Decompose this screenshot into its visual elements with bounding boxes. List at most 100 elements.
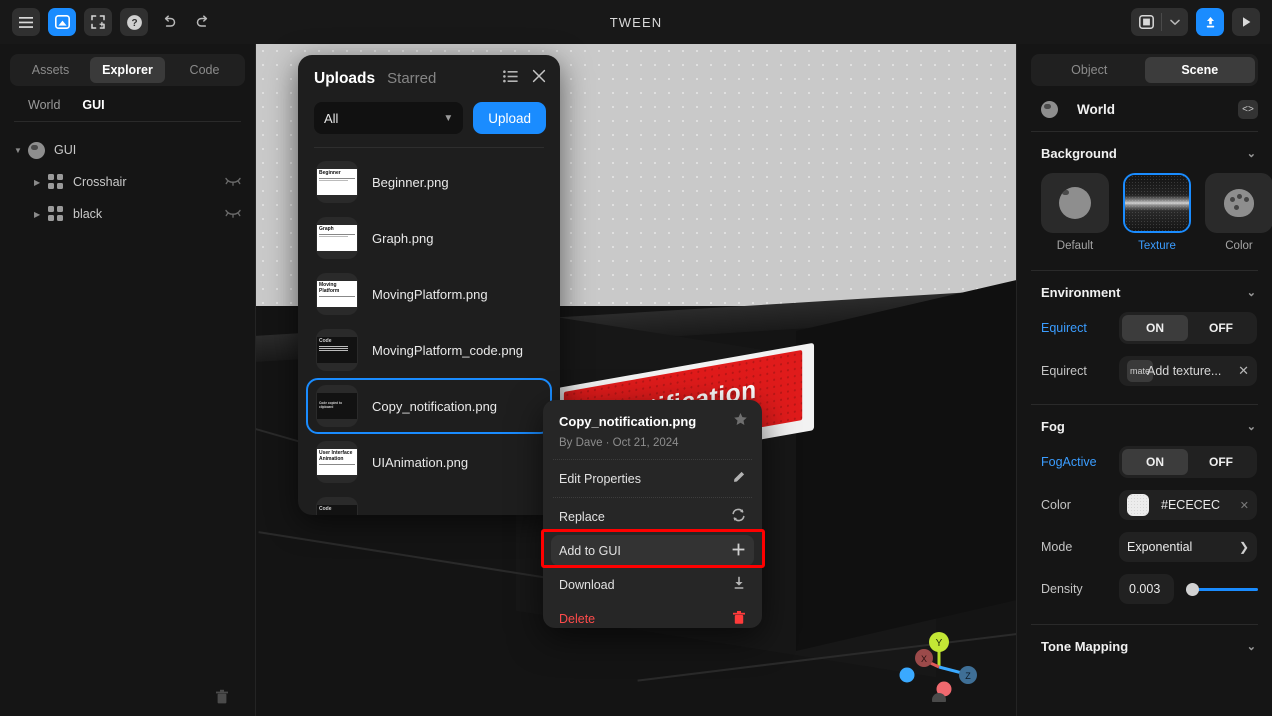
chevron-right-icon[interactable]: ▶ [34, 178, 48, 187]
tree-item-black[interactable]: ▶ black [0, 198, 255, 230]
menu-item-download[interactable]: Download [551, 569, 754, 600]
list-item[interactable]: Moving Platform MovingPlatform.png [306, 266, 552, 322]
help-button[interactable]: ? [120, 8, 148, 36]
download-icon [732, 576, 746, 593]
eye-off-icon[interactable] [225, 175, 241, 189]
section-background-header[interactable]: Background ⌄ [1017, 132, 1272, 161]
section-fog-header[interactable]: Fog ⌄ [1017, 405, 1272, 434]
uploads-filter-select[interactable]: All ▼ [314, 102, 463, 134]
uploads-list: Beginner Beginner.png Graph Graph.png Mo… [298, 148, 560, 515]
tab-scene[interactable]: Scene [1145, 57, 1256, 83]
undo-button[interactable] [156, 9, 182, 35]
tab-explorer[interactable]: Explorer [90, 57, 165, 83]
list-view-icon[interactable] [503, 70, 518, 88]
toggle-off[interactable]: OFF [1188, 315, 1254, 341]
color-swatch[interactable] [1127, 494, 1149, 516]
redo-button[interactable] [190, 9, 216, 35]
equirect-texture-field[interactable]: mate Add texture... ✕ [1119, 356, 1257, 386]
code-icon[interactable]: <> [1238, 100, 1258, 119]
fog-density-row: Density 0.003 [1017, 562, 1272, 604]
section-title: Environment [1041, 285, 1120, 300]
toggle-on[interactable]: ON [1122, 449, 1188, 475]
fog-mode-value: Exponential [1127, 540, 1192, 554]
upload-button[interactable]: Upload [473, 102, 546, 134]
menu-item-replace[interactable]: Replace [551, 501, 754, 532]
play-icon [1239, 15, 1253, 29]
row-label: Color [1041, 498, 1119, 512]
close-icon[interactable] [532, 69, 546, 88]
svg-text:?: ? [131, 18, 137, 29]
chevron-down-icon[interactable]: ⌄ [1247, 640, 1256, 653]
publish-icon [1203, 15, 1218, 30]
world-row[interactable]: World <> [1017, 86, 1272, 119]
layout-toggle-icon [1139, 15, 1154, 29]
thumbnail: Code copied to clipboard [316, 385, 358, 427]
fullscreen-button[interactable] [84, 8, 112, 36]
close-icon[interactable]: ✕ [1240, 499, 1249, 512]
section-tone-mapping-header[interactable]: Tone Mapping ⌄ [1017, 625, 1272, 654]
toggle-off[interactable]: OFF [1188, 449, 1254, 475]
eye-off-icon[interactable] [225, 207, 241, 221]
subtab-world[interactable]: World [28, 98, 60, 112]
fog-density-input[interactable]: 0.003 [1119, 574, 1174, 604]
panel-toggle-button[interactable] [48, 8, 76, 36]
layout-toggle-button[interactable] [1131, 8, 1161, 36]
context-menu-file-name: Copy_notification.png [559, 414, 696, 429]
uploads-starred-tab[interactable]: Starred [387, 70, 436, 87]
uploads-controls: All ▼ Upload [298, 88, 560, 134]
chevron-down-icon[interactable]: ▼ [14, 146, 28, 155]
list-item-label: Copy_notification.png [372, 399, 497, 414]
publish-button[interactable] [1196, 8, 1224, 36]
fullscreen-icon [91, 15, 105, 29]
background-option-texture[interactable]: Texture [1123, 173, 1191, 252]
star-icon[interactable] [733, 412, 748, 431]
row-label: Equirect [1041, 321, 1119, 335]
fog-density-slider[interactable] [1186, 574, 1258, 604]
chevron-down-icon[interactable]: ⌄ [1247, 147, 1256, 160]
world-label: World [1077, 102, 1115, 117]
toggle-on[interactable]: ON [1122, 315, 1188, 341]
axis-gizmo[interactable]: X Y Z [894, 622, 984, 702]
play-button[interactable] [1232, 8, 1260, 36]
tab-assets[interactable]: Assets [13, 57, 88, 83]
menu-item-edit-properties[interactable]: Edit Properties [551, 463, 754, 494]
thumb-caption: Code [319, 506, 332, 512]
trash-icon [215, 689, 229, 705]
axis-gizmo-icon: X Y Z [894, 622, 984, 702]
fog-mode-select[interactable]: Exponential ❯ [1119, 532, 1257, 562]
tab-code[interactable]: Code [167, 57, 242, 83]
background-option-default[interactable]: Default [1041, 173, 1109, 252]
fog-active-toggle[interactable]: ON OFF [1119, 446, 1257, 478]
background-option-color[interactable]: Color [1205, 173, 1272, 252]
list-item[interactable]: Beginner Beginner.png [306, 154, 552, 210]
option-thumb [1123, 173, 1191, 233]
list-item[interactable]: Graph Graph.png [306, 210, 552, 266]
list-item[interactable]: Code [306, 490, 552, 515]
equirect-toggle[interactable]: ON OFF [1119, 312, 1257, 344]
fog-color-field[interactable]: #ECECEC ✕ [1119, 490, 1257, 520]
delete-drop-target[interactable] [215, 689, 229, 710]
list-item-label: Graph.png [372, 231, 433, 246]
chevron-down-icon[interactable]: ⌄ [1247, 420, 1256, 433]
palette-icon [1224, 189, 1254, 217]
close-icon[interactable]: ✕ [1238, 363, 1249, 379]
layout-dropdown-button[interactable] [1162, 8, 1188, 36]
subtab-gui[interactable]: GUI [82, 98, 104, 112]
list-item[interactable]: User Interface Animation UIAnimation.png [306, 434, 552, 490]
menu-item-add-to-gui[interactable]: Add to GUI [551, 535, 754, 566]
tab-object[interactable]: Object [1034, 57, 1145, 83]
tree-item-gui[interactable]: ▼ GUI [0, 134, 255, 166]
tree-item-crosshair[interactable]: ▶ Crosshair [0, 166, 255, 198]
list-item-selected[interactable]: Code copied to clipboard Copy_notificati… [306, 378, 552, 434]
slider-knob[interactable] [1186, 583, 1199, 596]
hamburger-menu-button[interactable] [12, 8, 40, 36]
thumb-caption: Moving Platform [319, 282, 339, 294]
list-item[interactable]: Code MovingPlatform_code.png [306, 322, 552, 378]
chevron-right-icon[interactable]: ▶ [34, 210, 48, 219]
chevron-down-icon[interactable]: ⌄ [1247, 286, 1256, 299]
fog-color-row: Color #ECECEC ✕ [1017, 478, 1272, 520]
option-label: Color [1205, 240, 1272, 252]
menu-item-delete[interactable]: Delete [551, 603, 754, 628]
thumb-caption: Beginner [319, 170, 341, 176]
section-environment-header[interactable]: Environment ⌄ [1017, 271, 1272, 300]
